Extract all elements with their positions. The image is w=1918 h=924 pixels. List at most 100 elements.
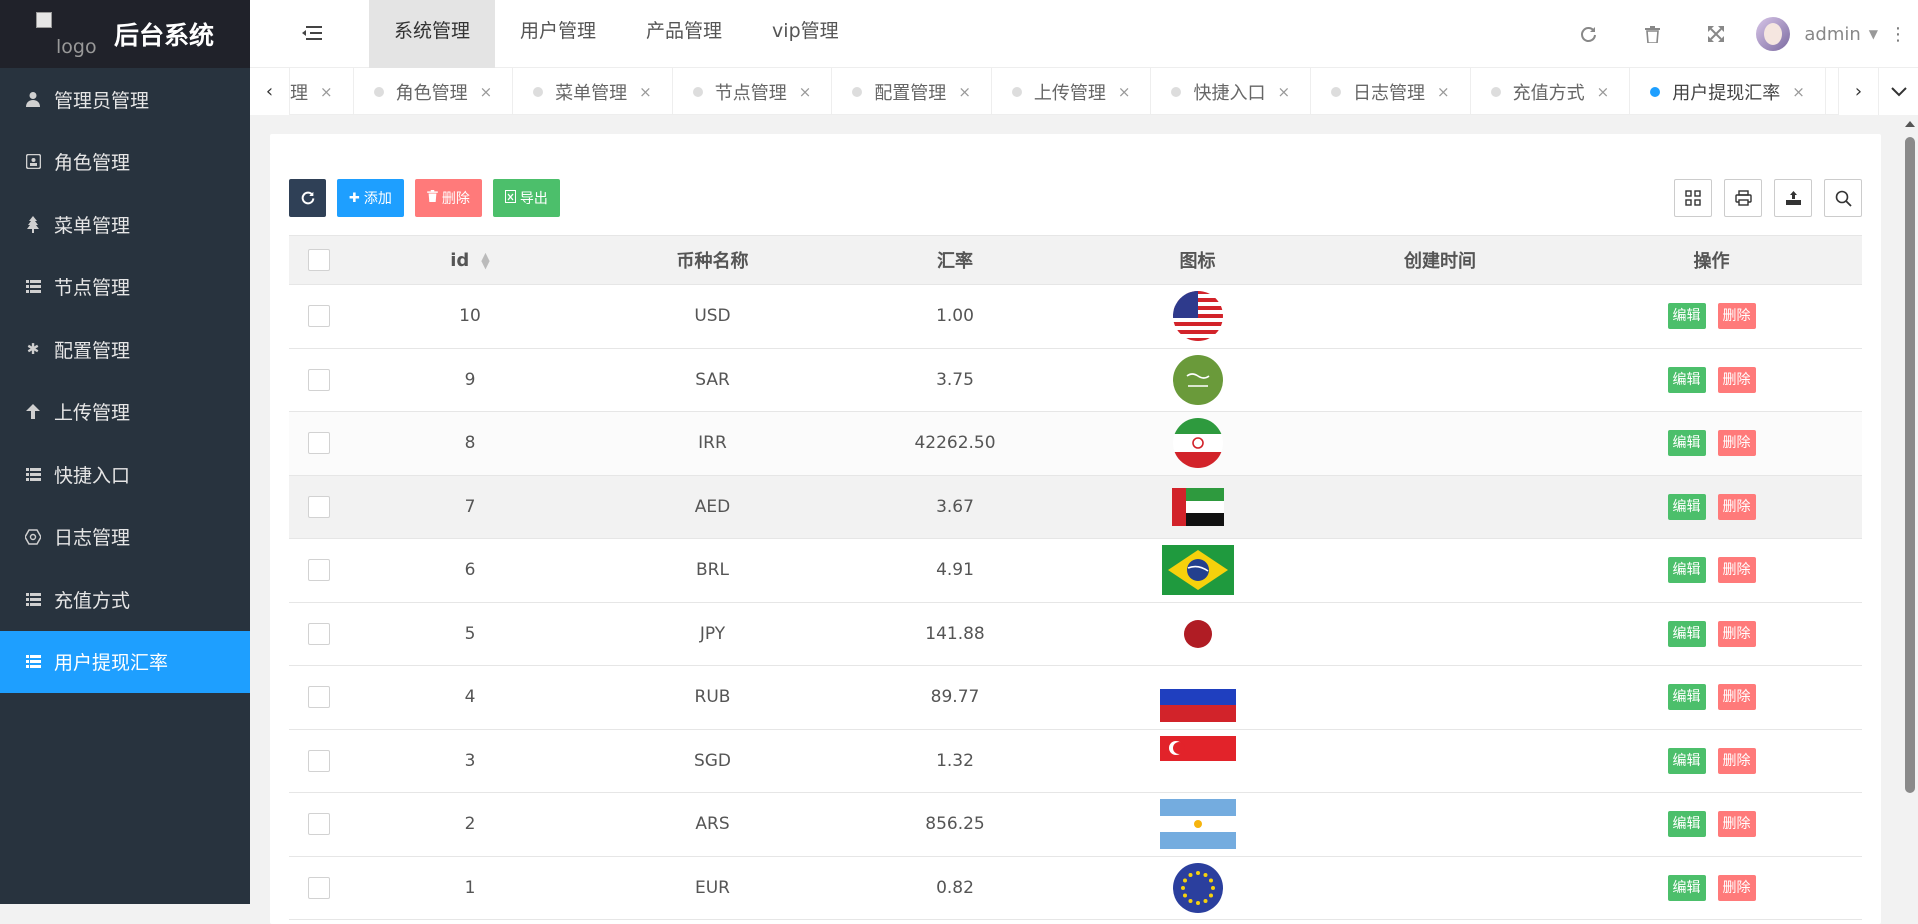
close-icon[interactable]: × — [1118, 83, 1131, 101]
select-all-checkbox[interactable] — [308, 249, 330, 271]
sidebar-item-roles[interactable]: 角色管理 — [0, 131, 250, 194]
table-row[interactable]: 6 BRL 4.91 编辑 删除 — [289, 538, 1862, 603]
close-icon[interactable]: × — [639, 83, 652, 101]
sidebar-item-shortcuts[interactable]: 快捷入口 — [0, 443, 250, 506]
delete-button[interactable]: 删除 — [1717, 874, 1756, 901]
table-row[interactable]: 7 AED 3.67 编辑 删除 — [289, 475, 1862, 539]
trash-icon[interactable] — [1620, 0, 1684, 68]
tab-nodes[interactable]: 节点管理 × — [673, 68, 833, 115]
caret-down-icon[interactable]: ▼ — [1869, 27, 1878, 41]
tab-recharge[interactable]: 充值方式 × — [1471, 68, 1631, 115]
sidebar-item-admin[interactable]: 管理员管理 — [0, 68, 250, 131]
close-icon[interactable]: × — [958, 83, 971, 101]
tab-config[interactable]: 配置管理 × — [832, 68, 992, 115]
delete-button[interactable]: 删除 — [1717, 366, 1756, 393]
table-row[interactable]: 2 ARS 856.25 编辑 删除 — [289, 792, 1862, 857]
edit-button[interactable]: 编辑 — [1667, 430, 1706, 457]
row-checkbox[interactable] — [308, 749, 330, 772]
more-vertical-icon[interactable]: ⋮ — [1878, 24, 1918, 45]
topnav-vip[interactable]: vip管理 — [747, 0, 864, 68]
refresh-icon[interactable] — [1556, 0, 1620, 68]
table-row[interactable]: 9 SAR 3.75 编辑 删除 — [289, 348, 1862, 412]
topnav-products[interactable]: 产品管理 — [621, 0, 747, 68]
delete-button[interactable]: 删除 — [1717, 747, 1756, 774]
batch-delete-button[interactable]: 删除 — [414, 179, 482, 217]
sidebar-item-upload[interactable]: 上传管理 — [0, 381, 250, 444]
row-checkbox[interactable] — [308, 876, 330, 899]
sidebar-item-recharge[interactable]: 充值方式 — [0, 568, 250, 631]
admin-username[interactable]: admin — [1804, 24, 1860, 45]
table-row[interactable]: 8 IRR 42262.50 编辑 删除 — [289, 411, 1862, 476]
column-header-id[interactable]: id ▲ ▼ — [349, 235, 591, 285]
sidebar-item-nodes[interactable]: 节点管理 — [0, 256, 250, 319]
sidebar-item-menus[interactable]: 菜单管理 — [0, 193, 250, 256]
edit-button[interactable]: 编辑 — [1667, 493, 1706, 520]
delete-button[interactable]: 删除 — [1717, 557, 1756, 584]
delete-button[interactable]: 删除 — [1717, 303, 1756, 330]
sidebar-item-logs[interactable]: 日志管理 — [0, 506, 250, 569]
scrollbar-thumb[interactable] — [1905, 137, 1915, 793]
tab-roles[interactable]: 角色管理 × — [354, 68, 514, 115]
close-icon[interactable]: × — [799, 83, 812, 101]
edit-button[interactable]: 编辑 — [1667, 366, 1706, 393]
row-checkbox[interactable] — [308, 495, 330, 518]
refresh-button[interactable] — [289, 179, 326, 217]
table-row[interactable]: 1 EUR 0.82 编辑 删除 — [289, 856, 1862, 920]
menu-fold-icon[interactable] — [302, 22, 324, 44]
close-icon[interactable]: × — [1277, 83, 1290, 101]
search-icon[interactable] — [1824, 179, 1862, 217]
delete-button[interactable]: 删除 — [1717, 684, 1756, 711]
topnav-system[interactable]: 系统管理 — [369, 0, 496, 68]
columns-icon[interactable] — [1674, 179, 1712, 217]
row-checkbox[interactable] — [308, 368, 330, 391]
tab-menus[interactable]: 菜单管理 × — [513, 68, 673, 115]
print-icon[interactable] — [1724, 179, 1762, 217]
row-checkbox[interactable] — [308, 432, 330, 455]
tab-admin[interactable]: 理 × — [290, 68, 354, 115]
delete-button[interactable]: 删除 — [1717, 493, 1756, 520]
table-row[interactable]: 10 USD 1.00 编辑 删除 — [289, 284, 1862, 349]
avatar[interactable] — [1756, 17, 1791, 51]
edit-button[interactable]: 编辑 — [1667, 684, 1706, 711]
chevron-right-icon[interactable]: › — [1838, 68, 1878, 115]
topnav-users[interactable]: 用户管理 — [495, 0, 621, 68]
close-icon[interactable]: × — [320, 83, 333, 101]
close-icon[interactable]: × — [1597, 83, 1610, 101]
edit-button[interactable]: 编辑 — [1667, 557, 1706, 584]
row-checkbox[interactable] — [308, 813, 330, 836]
edit-button[interactable]: 编辑 — [1667, 303, 1706, 330]
edit-button[interactable]: 编辑 — [1667, 747, 1706, 774]
close-icon[interactable]: × — [1792, 83, 1805, 101]
sort-icon[interactable]: ▲ ▼ — [481, 251, 489, 270]
export-tool-icon[interactable] — [1774, 179, 1812, 217]
delete-button[interactable]: 删除 — [1717, 811, 1756, 838]
tab-logs[interactable]: 日志管理 × — [1311, 68, 1471, 115]
table-row[interactable]: 3 SGD 1.32 编辑 删除 — [289, 729, 1862, 793]
scroll-up-arrow-icon[interactable] — [1905, 121, 1915, 127]
edit-button[interactable]: 编辑 — [1667, 620, 1706, 647]
table-row[interactable]: 4 RUB 89.77 编辑 删除 — [289, 665, 1862, 730]
add-button[interactable]: ✚ 添加 — [337, 179, 404, 217]
row-checkbox[interactable] — [308, 559, 330, 582]
table-row[interactable]: 5 JPY 141.88 编辑 删除 — [289, 602, 1862, 666]
tab-shortcuts[interactable]: 快捷入口 × — [1151, 68, 1312, 115]
export-button[interactable]: 导出 — [492, 179, 560, 217]
chevron-down-icon[interactable] — [1878, 68, 1918, 115]
fullscreen-icon[interactable] — [1684, 0, 1748, 68]
row-checkbox[interactable] — [308, 305, 330, 328]
close-icon[interactable]: × — [1437, 83, 1450, 101]
delete-button[interactable]: 删除 — [1717, 430, 1756, 457]
tab-withdraw-rate[interactable]: 用户提现汇率 × — [1630, 68, 1826, 115]
row-checkbox[interactable] — [308, 622, 330, 645]
page-scrollbar[interactable] — [1901, 115, 1918, 904]
row-checkbox[interactable] — [308, 686, 330, 709]
sidebar-item-withdraw-rate[interactable]: 用户提现汇率 — [0, 630, 250, 693]
logo-area[interactable]: logo 后台系统 — [0, 0, 250, 68]
chevron-left-icon[interactable]: ‹ — [250, 68, 290, 115]
tab-upload[interactable]: 上传管理 × — [992, 68, 1152, 115]
sidebar-item-config[interactable]: ✱ 配置管理 — [0, 318, 250, 381]
close-icon[interactable]: × — [480, 83, 493, 101]
edit-button[interactable]: 编辑 — [1667, 811, 1706, 838]
edit-button[interactable]: 编辑 — [1667, 874, 1706, 901]
delete-button[interactable]: 删除 — [1717, 620, 1756, 647]
